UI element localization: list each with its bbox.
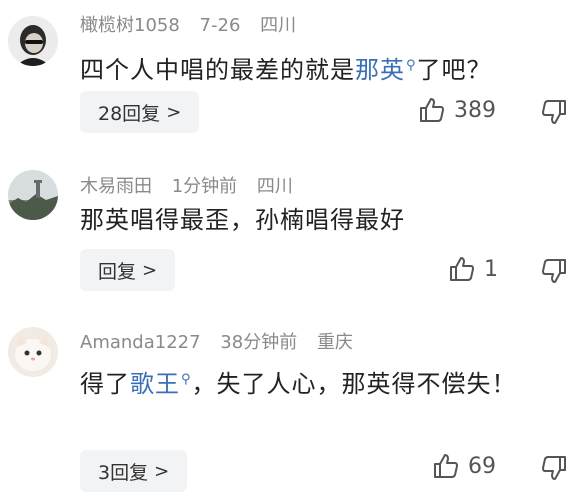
comment-meta: 橄榄树1058 7-26 四川	[80, 11, 310, 37]
comment-location: 四川	[256, 176, 293, 197]
dislike-button[interactable]	[540, 257, 568, 289]
username[interactable]: 橄榄树1058	[80, 15, 180, 36]
username[interactable]: 木易雨田	[80, 176, 152, 197]
like-count: 1	[484, 256, 498, 282]
comment-text: 那英唱得最歪，孙楠唱得最好	[80, 206, 405, 234]
comment-date: 1分钟前	[171, 176, 238, 197]
reply-button[interactable]: 回复 >	[80, 249, 176, 291]
reply-button[interactable]: 3回复 >	[80, 450, 188, 492]
reply-button[interactable]: 28回复 >	[80, 91, 200, 133]
search-icon[interactable]: ⚲	[406, 58, 417, 73]
comment-location: 重庆	[316, 332, 353, 353]
thumbs-down-icon	[542, 456, 566, 480]
dislike-button[interactable]	[540, 98, 568, 130]
thumbs-up-icon	[434, 454, 458, 478]
thumbs-up-icon	[420, 98, 444, 122]
thumbs-down-icon	[542, 259, 566, 283]
reply-label: 3回复	[98, 461, 149, 484]
like-count: 69	[468, 453, 496, 479]
comment-date: 38分钟前	[220, 332, 298, 353]
comment-date: 7-26	[199, 15, 241, 36]
dislike-button[interactable]	[540, 454, 568, 486]
reply-label: 28回复	[98, 102, 161, 125]
like-button[interactable]: 1	[448, 255, 498, 283]
username[interactable]: Amanda1227	[80, 332, 201, 353]
search-link[interactable]: 那英	[355, 56, 405, 84]
avatar[interactable]	[8, 170, 58, 220]
chevron-right-icon: >	[142, 259, 158, 281]
comment-meta: 木易雨田 1分钟前 四川	[80, 172, 307, 198]
like-count: 389	[454, 97, 496, 123]
comment-text: 得了歌王⚲，失了人心，那英得不偿失！	[80, 370, 517, 398]
search-link[interactable]: 歌王	[130, 370, 180, 398]
like-button[interactable]: 389	[418, 96, 496, 124]
thumbs-down-icon	[542, 100, 566, 124]
reply-label: 回复	[98, 260, 137, 283]
chevron-right-icon: >	[154, 460, 170, 482]
comment-text: 四个人中唱的最差的就是那英⚲了吧？	[80, 56, 492, 84]
thumbs-up-icon	[450, 257, 474, 281]
comment-location: 四川	[260, 15, 297, 36]
avatar[interactable]	[8, 327, 58, 377]
comment-meta: Amanda1227 38分钟前 重庆	[80, 328, 367, 354]
avatar[interactable]	[8, 16, 58, 66]
like-button[interactable]: 69	[432, 452, 496, 480]
search-icon[interactable]: ⚲	[181, 372, 192, 387]
chevron-right-icon: >	[166, 101, 182, 123]
